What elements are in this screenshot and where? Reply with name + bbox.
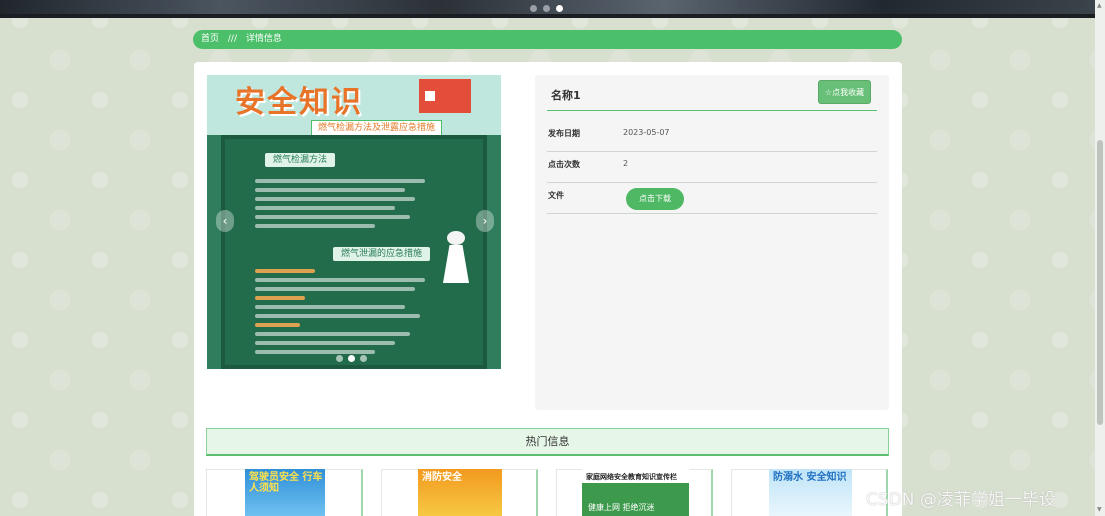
carousel-dot[interactable] bbox=[336, 355, 343, 362]
poster-subtitle: 燃气检漏方法及泄露应急措施 bbox=[311, 120, 443, 136]
carousel-next-icon[interactable]: › bbox=[476, 210, 494, 232]
house-illustration bbox=[419, 79, 471, 113]
carousel-prev-icon[interactable]: ‹ bbox=[216, 210, 234, 232]
click-count-value: 2 bbox=[623, 159, 629, 168]
breadcrumb-home[interactable]: 首页 bbox=[201, 34, 219, 44]
file-label: 文件 bbox=[548, 191, 564, 200]
hot-item-thumbnail[interactable]: 消防安全 bbox=[418, 469, 502, 516]
carousel-dot-active[interactable] bbox=[348, 355, 355, 362]
publish-date-value: 2023-05-07 bbox=[623, 128, 670, 137]
hot-item-title: 驾驶员安全 行车人须知 bbox=[249, 472, 323, 494]
favorite-button[interactable]: ☆点我收藏 bbox=[818, 80, 871, 104]
breadcrumb-current: 详情信息 bbox=[245, 34, 282, 44]
board-heading-detect: 燃气检漏方法 bbox=[265, 153, 336, 167]
row-divider bbox=[547, 213, 877, 214]
info-panel bbox=[535, 75, 889, 410]
name-divider bbox=[547, 110, 877, 111]
breadcrumb-separator: /// bbox=[227, 34, 237, 44]
click-count-label: 点击次数 bbox=[548, 160, 580, 169]
cooling-tower-illustration bbox=[437, 231, 473, 283]
scroll-up-icon[interactable]: ▲ bbox=[1097, 2, 1102, 9]
hot-item-title: 防溺水 安全知识 bbox=[773, 472, 847, 483]
breadcrumb: 首页 /// 详情信息 bbox=[193, 30, 902, 49]
hot-item-title: 家庭网络安全教育知识宣传栏 bbox=[586, 473, 677, 481]
banner-dot[interactable] bbox=[543, 5, 550, 12]
top-banner bbox=[0, 0, 1105, 18]
scroll-down-icon[interactable]: ▼ bbox=[1097, 506, 1102, 513]
board-heading-emergency: 燃气泄漏的应急措施 bbox=[333, 247, 431, 261]
item-name: 名称1 bbox=[551, 89, 581, 102]
hot-item-title: 消防安全 bbox=[422, 472, 462, 483]
poster-title: 安全知识 bbox=[235, 85, 363, 120]
download-button[interactable]: 点击下载 bbox=[626, 188, 684, 210]
watermark: CSDN @凌菲学姐一毕设 bbox=[866, 490, 1056, 510]
hot-item-thumbnail[interactable]: 驾驶员安全 行车人须知 bbox=[245, 469, 325, 516]
carousel-dot[interactable] bbox=[360, 355, 367, 362]
banner-stripe bbox=[0, 14, 1105, 18]
hot-item-thumbnail[interactable]: 家庭网络安全教育知识宣传栏 健康上网 拒绝沉迷 bbox=[582, 469, 689, 516]
carousel-pagination[interactable] bbox=[336, 355, 367, 362]
publish-date-label: 发布日期 bbox=[548, 129, 580, 138]
poster-board: 燃气检漏方法 燃气泄漏的应急措施 bbox=[221, 135, 487, 369]
hot-item-thumbnail[interactable]: 防溺水 安全知识 bbox=[769, 469, 852, 516]
scrollbar-thumb[interactable] bbox=[1097, 140, 1103, 425]
banner-dot-active[interactable] bbox=[556, 5, 563, 12]
row-divider bbox=[547, 182, 877, 183]
image-carousel[interactable]: 安全知识 燃气检漏方法及泄露应急措施 燃气检漏方法 燃气泄漏的应急措施 bbox=[207, 75, 501, 369]
banner-dot[interactable] bbox=[530, 5, 537, 12]
hot-item-subtitle: 健康上网 拒绝沉迷 bbox=[588, 503, 655, 512]
hot-section-title: 热门信息 bbox=[206, 428, 889, 456]
row-divider bbox=[547, 151, 877, 152]
banner-pagination[interactable] bbox=[530, 5, 563, 12]
board-text-block-2 bbox=[255, 269, 425, 359]
board-text-block-1 bbox=[255, 179, 425, 233]
